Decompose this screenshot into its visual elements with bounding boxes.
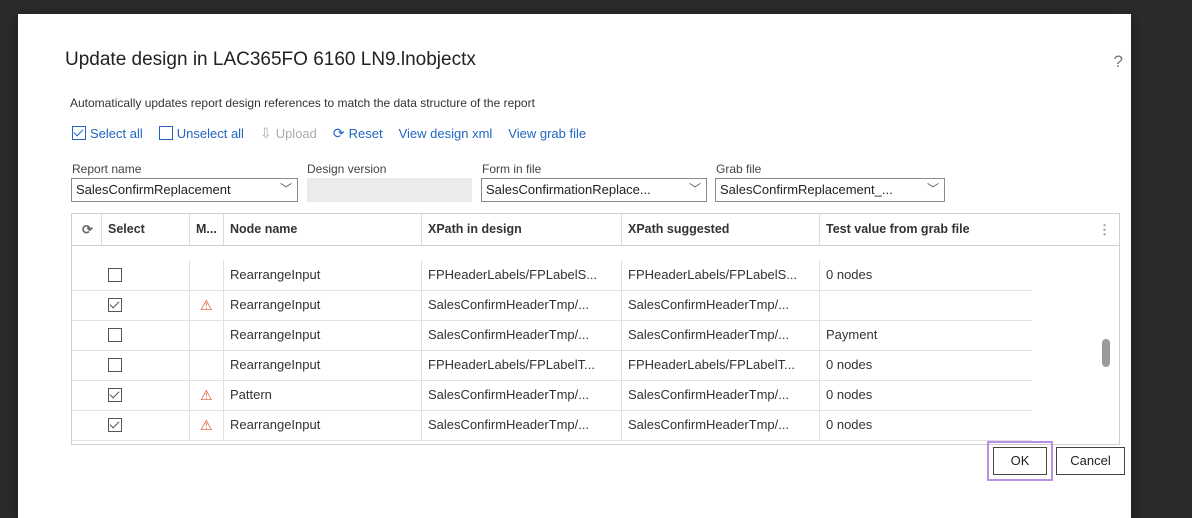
chevron-down-icon: ﹀ bbox=[279, 182, 292, 196]
chevron-down-icon: ﹀ bbox=[688, 182, 701, 196]
table-row[interactable]: RearrangeInput FPHeaderLabels/FPLabelS...… bbox=[72, 260, 1032, 291]
cell-xpath-suggested: SalesConfirmHeaderTmp/... bbox=[622, 290, 820, 320]
cell-xpath-suggested: SalesConfirmHeaderTmp/... bbox=[622, 320, 820, 350]
row-select-checkbox[interactable] bbox=[108, 298, 122, 312]
select-all-button[interactable]: Select all bbox=[72, 126, 143, 141]
grab-file-value: SalesConfirmReplacement_... bbox=[720, 182, 893, 197]
view-design-xml-button[interactable]: View design xml bbox=[399, 126, 493, 141]
more-options-icon[interactable]: ⋮ bbox=[1098, 214, 1111, 245]
cell-test-value: 0 nodes bbox=[826, 267, 873, 282]
reset-icon: ⟳ bbox=[332, 124, 345, 141]
vertical-scrollbar[interactable] bbox=[1102, 339, 1110, 367]
toolbar: Select all Unselect all ⇩ Upload ⟳ Reset… bbox=[72, 124, 602, 142]
warning-icon: ⚠ bbox=[200, 387, 213, 403]
row-select-checkbox[interactable] bbox=[108, 358, 122, 372]
cell-xpath-in-design: SalesConfirmHeaderTmp/... bbox=[422, 410, 622, 440]
ok-button[interactable]: OK bbox=[993, 447, 1047, 475]
table-row[interactable]: RearrangeInput SalesConfirmHeaderTmp/... S… bbox=[72, 320, 1032, 351]
upload-button[interactable]: ⇩ Upload bbox=[260, 125, 317, 142]
cell-m bbox=[190, 350, 224, 380]
cell-select bbox=[72, 290, 190, 320]
cell-xpath-suggested: SalesConfirmHeaderTmp/... bbox=[622, 410, 820, 440]
column-header-m[interactable]: M... bbox=[190, 214, 224, 245]
row-select-checkbox[interactable] bbox=[108, 388, 122, 402]
form-in-file-value: SalesConfirmationReplace... bbox=[486, 182, 651, 197]
row-select-checkbox[interactable] bbox=[108, 268, 122, 282]
report-name-value: SalesConfirmReplacement bbox=[76, 182, 231, 197]
row-select-checkbox[interactable] bbox=[108, 328, 122, 342]
cell-xpath-in-design: FPHeaderLabels/FPLabelS... bbox=[422, 260, 622, 290]
cell-xpath-in-design: FPHeaderLabels/FPLabelT... bbox=[422, 350, 622, 380]
form-in-file-select[interactable]: SalesConfirmationReplace... ﹀ bbox=[481, 178, 707, 202]
cancel-button[interactable]: Cancel bbox=[1056, 447, 1125, 475]
chevron-down-icon: ﹀ bbox=[926, 182, 939, 196]
dialog-title: Update design in LAC365FO 6160 LN9.lnobj… bbox=[65, 49, 476, 70]
cell-node-name: RearrangeInput bbox=[224, 410, 422, 440]
unselect-all-label: Unselect all bbox=[176, 125, 244, 141]
cell-xpath-suggested: FPHeaderLabels/FPLabelT... bbox=[622, 350, 820, 380]
help-icon[interactable]: ? bbox=[1114, 52, 1123, 72]
grab-file-label: Grab file bbox=[716, 162, 762, 176]
cell-node-name: RearrangeInput bbox=[224, 290, 422, 320]
cell-select bbox=[72, 260, 190, 290]
checkbox-checked-icon bbox=[72, 126, 86, 140]
column-header-xpath-suggested[interactable]: XPath suggested bbox=[622, 214, 820, 245]
reset-label: Reset bbox=[348, 125, 383, 141]
warning-icon: ⚠ bbox=[200, 417, 213, 433]
cell-m bbox=[190, 260, 224, 290]
cell-node-name: RearrangeInput bbox=[224, 260, 422, 290]
grab-file-select[interactable]: SalesConfirmReplacement_... ﹀ bbox=[715, 178, 945, 202]
cell-node-name: RearrangeInput bbox=[224, 320, 422, 350]
cell-select bbox=[72, 410, 190, 440]
cell-test-value bbox=[820, 290, 1032, 320]
update-design-dialog: ? Update design in LAC365FO 6160 LN9.lno… bbox=[18, 14, 1131, 518]
cell-select bbox=[72, 350, 190, 380]
row-select-checkbox[interactable] bbox=[108, 418, 122, 432]
cell-select bbox=[72, 380, 190, 410]
cell-node-name: Pattern bbox=[224, 380, 422, 410]
checkbox-empty-icon bbox=[158, 126, 173, 140]
report-name-select[interactable]: SalesConfirmReplacement ﹀ bbox=[71, 178, 298, 202]
cell-xpath-in-design: SalesConfirmHeaderTmp/... bbox=[422, 380, 622, 410]
cell-xpath-in-design: SalesConfirmHeaderTmp/... bbox=[422, 290, 622, 320]
reset-button[interactable]: ⟳ Reset bbox=[333, 125, 383, 142]
upload-icon: ⇩ bbox=[259, 124, 272, 141]
cell-test-value: 0 nodes bbox=[826, 417, 873, 432]
cell-xpath-suggested: SalesConfirmHeaderTmp/... bbox=[622, 380, 820, 410]
refresh-icon[interactable]: ⟳ bbox=[82, 214, 93, 245]
form-in-file-label: Form in file bbox=[482, 162, 542, 176]
cell-test-value: Payment bbox=[826, 327, 878, 342]
column-header-xpath-in-design[interactable]: XPath in design bbox=[422, 214, 622, 245]
warning-icon: ⚠ bbox=[200, 297, 213, 313]
cell-node-name: RearrangeInput bbox=[224, 350, 422, 380]
design-version-field[interactable] bbox=[307, 178, 472, 202]
table-row[interactable]: ⚠ RearrangeInput SalesConfirmHeaderTmp/...… bbox=[72, 290, 1032, 321]
upload-label: Upload bbox=[275, 125, 317, 141]
cell-xpath-suggested: FPHeaderLabels/FPLabelS... bbox=[622, 260, 820, 290]
column-header-select[interactable]: Select bbox=[102, 214, 190, 245]
unselect-all-button[interactable]: Unselect all bbox=[158, 125, 244, 141]
refresh-column-header: ⟳ bbox=[72, 214, 102, 245]
cell-test-value: 0 nodes bbox=[826, 387, 873, 402]
cell-m bbox=[190, 320, 224, 350]
table-row[interactable]: RearrangeInput FPHeaderLabels/FPLabelT...… bbox=[72, 350, 1032, 381]
design-nodes-grid: ⟳ Select M... Node name XPath in design … bbox=[71, 213, 1120, 445]
cell-select bbox=[72, 320, 190, 350]
table-row[interactable]: ⚠ RearrangeInput SalesConfirmHeaderTmp/...… bbox=[72, 410, 1032, 441]
column-header-test-value[interactable]: Test value from grab file bbox=[820, 214, 1119, 245]
grid-header: ⟳ Select M... Node name XPath in design … bbox=[72, 214, 1119, 246]
select-all-label: Select all bbox=[90, 125, 143, 141]
table-row[interactable]: ⚠ Pattern SalesConfirmHeaderTmp/... SalesCo… bbox=[72, 380, 1032, 411]
report-name-label: Report name bbox=[72, 162, 142, 176]
view-grab-file-button[interactable]: View grab file bbox=[508, 126, 586, 141]
dialog-description: Automatically updates report design refe… bbox=[70, 96, 535, 110]
cell-xpath-in-design: SalesConfirmHeaderTmp/... bbox=[422, 320, 622, 350]
column-header-node-name[interactable]: Node name bbox=[224, 214, 422, 245]
cell-test-value: 0 nodes bbox=[826, 357, 873, 372]
design-version-label: Design version bbox=[307, 162, 387, 176]
